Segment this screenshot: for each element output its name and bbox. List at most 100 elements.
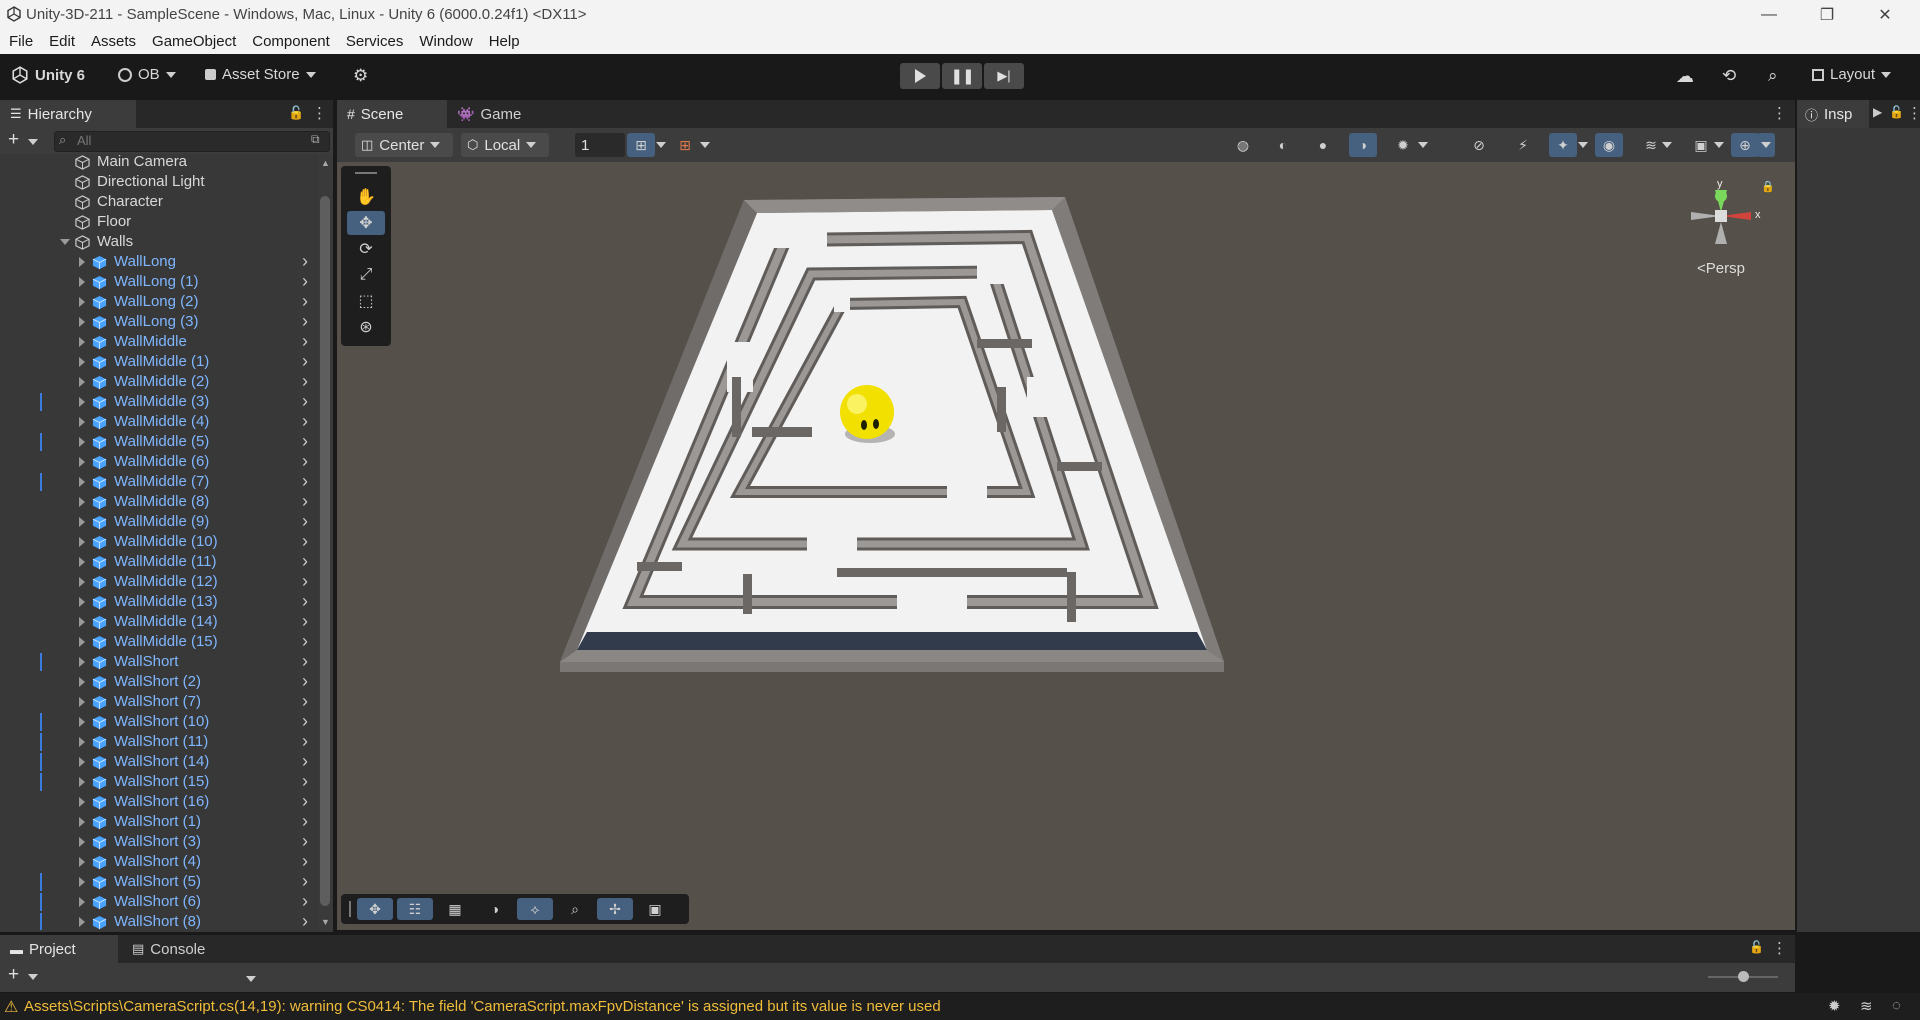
- menu-edit[interactable]: Edit: [41, 29, 83, 54]
- expand-arrow-icon[interactable]: [79, 697, 85, 707]
- open-prefab-chevron-icon[interactable]: ›: [302, 591, 308, 611]
- step-button[interactable]: ▶|: [984, 63, 1024, 89]
- expand-arrow-icon[interactable]: [79, 617, 85, 627]
- hierarchy-item[interactable]: WallMiddle (4) ›: [0, 411, 318, 432]
- expand-arrow-icon[interactable]: [79, 737, 85, 747]
- pivot-dropdown[interactable]: ◫ Center: [355, 133, 453, 157]
- hierarchy-item[interactable]: WallShort ›: [0, 651, 318, 672]
- scale-tool[interactable]: ⤢: [347, 263, 385, 287]
- hierarchy-search-input[interactable]: ⌕ All ⧉: [54, 131, 330, 152]
- effects-dropdown[interactable]: [1575, 133, 1591, 157]
- hierarchy-item[interactable]: WallMiddle (7) ›: [0, 471, 318, 492]
- asset-store-dropdown[interactable]: Asset Store: [205, 66, 316, 83]
- hierarchy-item[interactable]: WallMiddle (11) ›: [0, 551, 318, 572]
- expand-arrow-icon[interactable]: [79, 657, 85, 667]
- open-prefab-chevron-icon[interactable]: ›: [302, 691, 308, 711]
- menu-window[interactable]: Window: [411, 29, 480, 54]
- open-prefab-chevron-icon[interactable]: ›: [302, 491, 308, 511]
- overlay-sliders-button[interactable]: ☷: [397, 898, 433, 920]
- open-prefab-chevron-icon[interactable]: ›: [302, 891, 308, 911]
- open-prefab-chevron-icon[interactable]: ›: [302, 391, 308, 411]
- expand-arrow-icon[interactable]: [79, 677, 85, 687]
- hierarchy-item[interactable]: Walls: [0, 232, 318, 252]
- open-prefab-chevron-icon[interactable]: ›: [302, 611, 308, 631]
- hierarchy-item[interactable]: Directional Light: [0, 172, 318, 192]
- chevron-down-icon[interactable]: [28, 139, 38, 145]
- hierarchy-item[interactable]: WallMiddle (10) ›: [0, 531, 318, 552]
- hierarchy-item[interactable]: WallShort (5) ›: [0, 871, 318, 892]
- expand-arrow-icon[interactable]: [79, 917, 85, 927]
- hierarchy-item[interactable]: WallMiddle (1) ›: [0, 351, 318, 372]
- expand-arrow-icon[interactable]: [79, 877, 85, 887]
- tab-console[interactable]: ▤ Console: [122, 935, 215, 963]
- minimize-button[interactable]: —: [1740, 0, 1798, 29]
- restore-button[interactable]: ❐: [1798, 0, 1856, 29]
- open-prefab-chevron-icon[interactable]: ›: [302, 791, 308, 811]
- increment-snap-dropdown[interactable]: [697, 133, 713, 157]
- hierarchy-item[interactable]: WallShort (2) ›: [0, 671, 318, 692]
- hierarchy-item[interactable]: WallMiddle ›: [0, 331, 318, 352]
- menu-gameobject[interactable]: GameObject: [144, 29, 244, 54]
- tab-scene[interactable]: # Scene: [337, 100, 447, 128]
- hierarchy-item[interactable]: WallMiddle (9) ›: [0, 511, 318, 532]
- open-prefab-chevron-icon[interactable]: ›: [302, 751, 308, 771]
- more-options-icon[interactable]: ⋮: [1772, 104, 1787, 122]
- more-options-icon[interactable]: ⋮: [312, 104, 327, 122]
- projection-label[interactable]: <Persp: [1697, 260, 1745, 277]
- visibility-button[interactable]: ◉: [1595, 133, 1623, 157]
- expand-arrow-icon[interactable]: [79, 537, 85, 547]
- hierarchy-item[interactable]: WallMiddle (15) ›: [0, 631, 318, 652]
- expand-arrow-icon[interactable]: [79, 437, 85, 447]
- open-prefab-chevron-icon[interactable]: ›: [302, 331, 308, 351]
- search-filter-icon[interactable]: ⧉: [311, 132, 320, 147]
- layers-dropdown[interactable]: [1659, 133, 1675, 157]
- expand-arrow-icon[interactable]: [79, 417, 85, 427]
- shading-wireframe-button[interactable]: ◐: [1269, 133, 1297, 157]
- more-options-icon[interactable]: ⋮: [1772, 939, 1787, 957]
- rotate-tool[interactable]: ⟳: [347, 237, 385, 261]
- scroll-up-icon[interactable]: ▲: [321, 158, 330, 168]
- open-prefab-chevron-icon[interactable]: ›: [302, 631, 308, 651]
- orientation-gizmo[interactable]: y x <Persp: [1681, 178, 1761, 277]
- expand-arrow-icon[interactable]: [79, 817, 85, 827]
- close-window-button[interactable]: ✕: [1856, 0, 1914, 29]
- open-prefab-chevron-icon[interactable]: ›: [302, 671, 308, 691]
- toggle-2d-button[interactable]: ⊘: [1465, 133, 1493, 157]
- overlay-search-button[interactable]: ⌕: [557, 898, 593, 920]
- open-prefab-chevron-icon[interactable]: ›: [302, 551, 308, 571]
- overlay-camera-button[interactable]: ▣: [637, 898, 673, 920]
- open-prefab-chevron-icon[interactable]: ›: [302, 771, 308, 791]
- menu-help[interactable]: Help: [481, 29, 528, 54]
- open-prefab-chevron-icon[interactable]: ›: [302, 311, 308, 331]
- play-button[interactable]: [900, 63, 940, 89]
- gizmos-dropdown[interactable]: [1757, 133, 1775, 157]
- open-prefab-chevron-icon[interactable]: ›: [302, 811, 308, 831]
- chevron-down-icon[interactable]: [28, 974, 38, 980]
- settings-button[interactable]: ⚙: [353, 66, 368, 86]
- expand-arrow-icon[interactable]: [79, 277, 85, 287]
- expand-arrow-icon[interactable]: [79, 257, 85, 267]
- more-options-icon[interactable]: ⋮: [1907, 104, 1920, 122]
- add-object-button[interactable]: +: [8, 129, 19, 151]
- progress-icon[interactable]: ◌: [1892, 997, 1901, 1014]
- hierarchy-item[interactable]: WallShort (7) ›: [0, 691, 318, 712]
- expand-arrow-icon[interactable]: [79, 317, 85, 327]
- move-tool[interactable]: ✥: [347, 211, 385, 235]
- create-asset-button[interactable]: +: [8, 964, 19, 986]
- expand-arrow-icon[interactable]: [79, 777, 85, 787]
- gizmo-lock-icon[interactable]: 🔒: [1761, 180, 1775, 193]
- hierarchy-item[interactable]: WallMiddle (8) ›: [0, 491, 318, 512]
- overlay-shading-button[interactable]: ◑: [477, 898, 513, 920]
- bug-icon[interactable]: ✹: [1828, 997, 1841, 1015]
- debug-draw-button[interactable]: ✹: [1389, 133, 1417, 157]
- zoom-slider-thumb[interactable]: [1738, 971, 1749, 982]
- expand-arrow-icon[interactable]: [79, 517, 85, 527]
- open-prefab-chevron-icon[interactable]: ›: [302, 411, 308, 431]
- shading-shaded-button[interactable]: ●: [1309, 133, 1337, 157]
- drag-handle-icon[interactable]: [349, 901, 351, 917]
- hierarchy-item[interactable]: Floor: [0, 212, 318, 232]
- scene-viewport[interactable]: ✋ ✥ ⟳ ⤢ ⬚ ⊛ y x <Persp 🔒 ✥ ☷ ▦ ◑ ⟡ ⌕ ✢ ▣: [337, 162, 1795, 930]
- hierarchy-item[interactable]: WallLong ›: [0, 251, 318, 272]
- cloud-button[interactable]: ☁: [1676, 66, 1694, 87]
- hierarchy-item[interactable]: WallShort (15) ›: [0, 771, 318, 792]
